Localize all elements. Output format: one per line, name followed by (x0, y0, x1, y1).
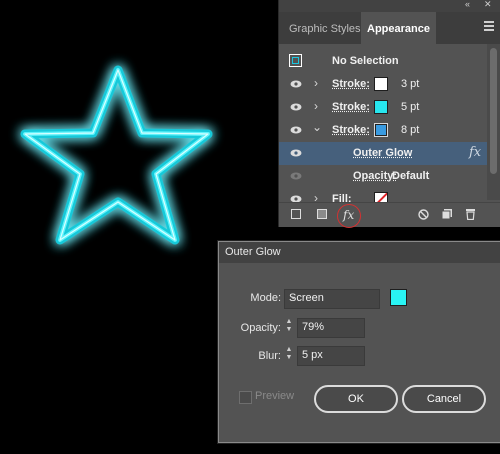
preview-checkbox[interactable] (239, 391, 252, 404)
opacity-input-value: 79% (302, 321, 325, 333)
opacity-stepper[interactable]: ▲ ▼ (284, 318, 294, 336)
stroke-swatch[interactable] (374, 77, 388, 91)
opacity-input[interactable]: 79% (297, 318, 365, 338)
add-effect-button[interactable]: fx (337, 204, 361, 228)
mode-label: Mode: (250, 292, 281, 304)
duplicate-item-icon[interactable] (441, 208, 453, 220)
eye-icon[interactable] (290, 80, 302, 88)
stroke-swatch[interactable] (374, 123, 388, 137)
tab-appearance[interactable]: Appearance (361, 12, 436, 44)
appearance-row-stroke-1[interactable]: › Stroke: 3 pt (279, 73, 487, 96)
panel-scrollbar[interactable] (487, 44, 500, 200)
outer-glow-label[interactable]: Outer Glow (353, 147, 412, 159)
trash-icon[interactable] (465, 208, 476, 220)
tab-graphic-styles[interactable]: Graphic Styles (283, 12, 367, 44)
close-icon[interactable]: ✕ (484, 0, 492, 10)
preview-label: Preview (255, 390, 295, 402)
opacity-label[interactable]: Opacity: (353, 170, 397, 182)
scroll-thumb[interactable] (490, 48, 497, 174)
no-selection-label: No Selection (332, 55, 399, 67)
appearance-panel: « ✕ Graphic Styles Appearance No Selecti… (279, 0, 500, 228)
stroke-weight[interactable]: 3 pt (401, 78, 419, 90)
eye-icon[interactable] (290, 195, 302, 202)
chevron-down-icon[interactable]: ⌄ (312, 120, 322, 134)
collapse-icon[interactable]: « (465, 0, 470, 9)
eye-icon[interactable] (290, 172, 302, 180)
fx-icon[interactable]: fx (469, 145, 481, 160)
add-fill-icon[interactable] (317, 209, 327, 219)
dialog-title: Outer Glow (225, 246, 281, 258)
appearance-header-row: No Selection (279, 50, 487, 72)
blur-input-value: 5 px (302, 349, 323, 361)
selection-thumbnail-icon (289, 54, 302, 67)
appearance-row-stroke-2[interactable]: › Stroke: 5 pt (279, 96, 487, 119)
eye-icon[interactable] (290, 126, 302, 134)
stroke-label[interactable]: Stroke: (332, 101, 370, 113)
chevron-right-icon[interactable]: › (314, 191, 318, 202)
panel-bottom-toolbar: fx (279, 202, 500, 228)
panel-title-bar: « ✕ (279, 0, 500, 12)
opacity-label: Opacity: (240, 322, 281, 334)
appearance-row-opacity[interactable]: Opacity: Default (279, 165, 487, 188)
neon-star[interactable] (20, 65, 213, 245)
fill-label[interactable]: Fill: (332, 193, 352, 202)
stroke-swatch[interactable] (374, 100, 388, 114)
mode-select[interactable]: Screen ⌄ (284, 289, 380, 309)
eye-icon[interactable] (290, 149, 302, 157)
panel-tabs: Graphic Styles Appearance (279, 12, 500, 44)
clear-appearance-icon[interactable] (418, 209, 429, 220)
ok-button[interactable]: OK (314, 385, 398, 413)
chevron-right-icon[interactable]: › (314, 76, 318, 90)
chevron-down-icon: ⌄ (289, 291, 298, 302)
blur-stepper[interactable]: ▲ ▼ (284, 346, 294, 364)
stroke-weight[interactable]: 5 pt (401, 101, 419, 113)
chevron-right-icon[interactable]: › (314, 99, 318, 113)
opacity-value: Default (392, 170, 430, 182)
fx-icon: fx (343, 208, 355, 222)
stroke-weight[interactable]: 8 pt (401, 124, 419, 136)
add-stroke-icon[interactable] (291, 209, 301, 219)
outer-glow-dialog: Outer Glow Mode: Screen ⌄ Opacity: ▲ ▼ 79… (218, 241, 500, 443)
stroke-label[interactable]: Stroke: (332, 124, 370, 136)
appearance-row-fill[interactable]: › Fill: (279, 188, 487, 202)
appearance-row-stroke-3[interactable]: ⌄ Stroke: 8 pt (279, 119, 487, 142)
appearance-row-outer-glow[interactable]: Outer Glow fx (279, 142, 487, 165)
dialog-title-bar: Outer Glow (219, 242, 500, 263)
stroke-label[interactable]: Stroke: (332, 78, 370, 90)
fill-none-swatch[interactable] (374, 192, 388, 202)
blur-input[interactable]: 5 px (297, 346, 365, 366)
cancel-button[interactable]: Cancel (402, 385, 486, 413)
panel-menu-icon[interactable] (484, 21, 494, 31)
blur-label: Blur: (258, 350, 281, 362)
eye-icon[interactable] (290, 103, 302, 111)
glow-color-swatch[interactable] (390, 289, 407, 306)
